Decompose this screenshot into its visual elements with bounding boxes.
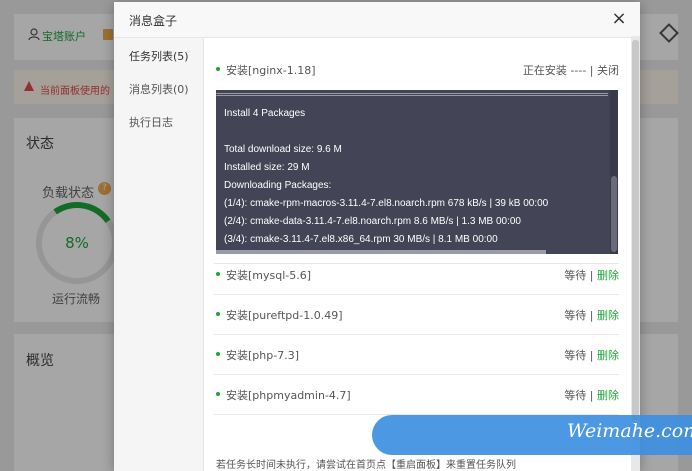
task-name: 安装[phpmyadmin-4.7] bbox=[226, 389, 351, 402]
bullet-icon bbox=[216, 272, 220, 276]
modal-header: 消息盒子 × bbox=[114, 2, 640, 38]
console-line: (3/4): cmake-3.11.4-7.el8.x86_64.rpm 30 … bbox=[224, 234, 498, 245]
sidebar-item-messages[interactable]: 消息列表(0) bbox=[129, 81, 189, 97]
status-separator: | bbox=[589, 64, 597, 77]
console-rule: ========================================… bbox=[216, 92, 608, 97]
console-line: Total download size: 9.6 M bbox=[224, 144, 342, 155]
task-row: 安装[php-7.3] 等待 | 删除 bbox=[214, 335, 619, 375]
delete-task-button[interactable]: 删除 bbox=[597, 269, 619, 282]
task-row: 安装[pureftpd-1.0.49] 等待 | 删除 bbox=[214, 295, 619, 335]
console-line: (1/4): cmake-rpm-macros-3.11.4-7.el8.noa… bbox=[224, 198, 549, 209]
delete-task-button[interactable]: 删除 bbox=[597, 309, 619, 322]
status-separator: | bbox=[589, 389, 597, 402]
task-status: 正在安装 ---- | 关闭 bbox=[523, 62, 619, 78]
close-icon[interactable]: × bbox=[608, 8, 630, 30]
task-state: 等待 bbox=[564, 309, 587, 322]
console-line: (2/4): cmake-data-3.11.4-7.el8.noarch.rp… bbox=[224, 216, 521, 227]
console-line: Installed size: 29 M bbox=[224, 162, 310, 173]
task-row: 安装[mysql-5.6] 等待 | 删除 bbox=[214, 255, 619, 295]
footer-note: 若任务长时间未执行，请尝试在首页点【重启面板】来重置任务队列 bbox=[216, 460, 516, 471]
task-state: 等待 bbox=[564, 349, 587, 362]
modal-scrollbar-thumb[interactable] bbox=[632, 40, 639, 420]
close-task-button[interactable]: 关闭 bbox=[597, 64, 619, 77]
sidebar-item-tasks[interactable]: 任务列表(5) bbox=[129, 48, 189, 64]
console-horizontal-scrollbar[interactable] bbox=[216, 250, 546, 254]
watermark-text: Weimahe.com bbox=[567, 420, 692, 442]
delete-task-button[interactable]: 删除 bbox=[597, 389, 619, 402]
task-state: 正在安装 ---- bbox=[522, 64, 587, 77]
modal-title: 消息盒子 bbox=[129, 14, 178, 28]
task-name: 安装[nginx-1.18] bbox=[226, 64, 316, 77]
bullet-icon bbox=[216, 352, 220, 356]
task-list: 安装[nginx-1.18] 正在安装 ---- | 关闭 ==========… bbox=[204, 38, 640, 471]
task-status: 等待 | 删除 bbox=[564, 387, 619, 403]
delete-task-button[interactable]: 删除 bbox=[597, 349, 619, 362]
bullet-icon bbox=[216, 392, 220, 396]
task-name: 安装[mysql-5.6] bbox=[226, 269, 312, 282]
bullet-icon bbox=[216, 312, 220, 316]
message-box-modal: 消息盒子 × 任务列表(5) 消息列表(0) 执行日志 安装[nginx-1.1… bbox=[114, 2, 640, 471]
task-row: 安装[phpmyadmin-4.7] 等待 | 删除 bbox=[214, 375, 619, 415]
sidebar-item-logs[interactable]: 执行日志 bbox=[129, 114, 173, 130]
bullet-icon bbox=[216, 67, 220, 71]
task-name: 安装[pureftpd-1.0.49] bbox=[226, 309, 343, 322]
task-state: 等待 bbox=[564, 269, 587, 282]
status-separator: | bbox=[589, 269, 597, 282]
console-scrollbar-thumb[interactable] bbox=[611, 176, 617, 252]
console-line: Install 4 Packages bbox=[224, 108, 306, 119]
task-status: 等待 | 删除 bbox=[564, 267, 619, 283]
status-separator: | bbox=[589, 349, 597, 362]
task-name: 安装[php-7.3] bbox=[226, 349, 299, 362]
status-separator: | bbox=[589, 309, 597, 322]
install-console[interactable]: ========================================… bbox=[216, 90, 618, 254]
modal-sidebar: 任务列表(5) 消息列表(0) 执行日志 bbox=[114, 38, 204, 471]
task-status: 等待 | 删除 bbox=[564, 347, 619, 363]
task-status: 等待 | 删除 bbox=[564, 307, 619, 323]
console-line: Downloading Packages: bbox=[224, 180, 332, 191]
task-state: 等待 bbox=[564, 389, 587, 402]
